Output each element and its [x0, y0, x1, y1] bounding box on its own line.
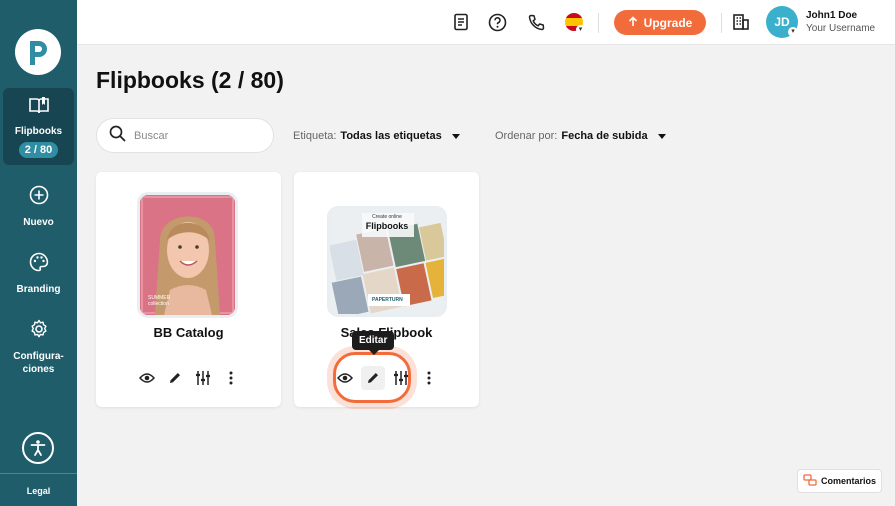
eye-icon[interactable]: [336, 369, 354, 387]
top-bar: ▾ Upgrade JD ▾ John1 Doe Your Username: [77, 0, 895, 45]
sliders-icon[interactable]: [194, 369, 212, 387]
feedback-label: Comentarios: [820, 476, 876, 486]
card-title: BB Catalog: [153, 325, 224, 340]
palette-icon: [29, 252, 49, 277]
card-actions: [336, 369, 438, 387]
user-name[interactable]: John1 Doe: [806, 10, 857, 21]
thumbnail-caption: SUMMER collection: [148, 295, 171, 307]
chevron-down-icon: ▾: [788, 27, 798, 37]
sort-label: Ordenar por:: [495, 130, 558, 142]
divider: [0, 473, 77, 474]
feedback-icon: [803, 474, 817, 488]
upgrade-label: Upgrade: [643, 15, 693, 30]
pencil-icon[interactable]: [364, 369, 382, 387]
caret-down-icon: [657, 133, 666, 139]
divider: [721, 13, 722, 33]
divider: [598, 13, 599, 33]
accessibility-button[interactable]: [22, 432, 54, 464]
flipbook-count-badge: 2 / 80: [18, 142, 59, 158]
gear-icon: [29, 319, 49, 344]
tag-filter-value: Todas las etiquetas: [340, 130, 442, 142]
page-title: Flipbooks (2 / 80): [96, 67, 284, 93]
flipbook-thumbnail[interactable]: SUMMER collection: [140, 195, 235, 315]
caret-down-icon: [451, 133, 460, 139]
sidebar-item-configuraciones[interactable]: Configura-ciones: [0, 319, 77, 376]
upgrade-button[interactable]: Upgrade: [614, 10, 706, 35]
more-vertical-icon[interactable]: [222, 369, 240, 387]
sidebar-item-branding[interactable]: Branding: [0, 252, 77, 296]
feedback-button[interactable]: Comentarios: [797, 469, 882, 493]
sidebar-item-label: Flipbooks: [14, 126, 63, 137]
logo-icon: [30, 41, 47, 65]
legal-link[interactable]: Legal: [0, 486, 77, 496]
search-input[interactable]: [134, 129, 264, 142]
sidebar-item-label: Nuevo: [23, 217, 54, 228]
sort-value: Fecha de subida: [561, 130, 648, 142]
flipbook-thumbnail[interactable]: Create online Flipbooks PAPERTURN: [330, 209, 444, 314]
phone-icon[interactable]: [526, 12, 546, 32]
card-actions: [138, 369, 240, 387]
sidebar: Flipbooks 2 / 80 Nuevo Branding Configur…: [0, 0, 77, 506]
user-username: Your Username: [806, 23, 876, 34]
search-icon: [109, 125, 126, 147]
thumbnail-title: Create online: [372, 214, 402, 220]
chevron-down-icon: ▾: [576, 25, 585, 34]
accessibility-icon: [30, 440, 46, 456]
eye-icon[interactable]: [138, 369, 156, 387]
sort-dropdown[interactable]: Ordenar por: Fecha de subida: [495, 130, 666, 142]
sidebar-item-label: Branding: [16, 284, 61, 295]
pencil-icon[interactable]: [166, 369, 184, 387]
document-icon[interactable]: [451, 12, 471, 32]
thumbnail-subtitle: Flipbooks: [365, 221, 409, 231]
tag-filter-dropdown[interactable]: Etiqueta: Todas las etiquetas: [293, 130, 460, 142]
plus-circle-icon: [29, 185, 49, 210]
building-icon[interactable]: [731, 12, 751, 32]
arrow-up-icon: [628, 15, 638, 30]
app-logo[interactable]: [15, 29, 61, 75]
sliders-icon[interactable]: [392, 369, 410, 387]
help-icon[interactable]: [487, 12, 507, 32]
book-icon: [28, 96, 50, 119]
sidebar-item-nuevo[interactable]: Nuevo: [0, 185, 77, 229]
thumbnail-brand: PAPERTURN: [372, 297, 403, 303]
search-box[interactable]: [96, 118, 274, 153]
flipbook-card[interactable]: SUMMER collection BB Catalog: [96, 172, 281, 407]
more-vertical-icon[interactable]: [420, 369, 438, 387]
tag-filter-label: Etiqueta:: [293, 130, 337, 142]
sidebar-item-flipbooks[interactable]: Flipbooks 2 / 80: [3, 88, 74, 165]
edit-tooltip: Editar: [352, 331, 395, 355]
sidebar-item-label: Configura-ciones: [13, 351, 64, 375]
